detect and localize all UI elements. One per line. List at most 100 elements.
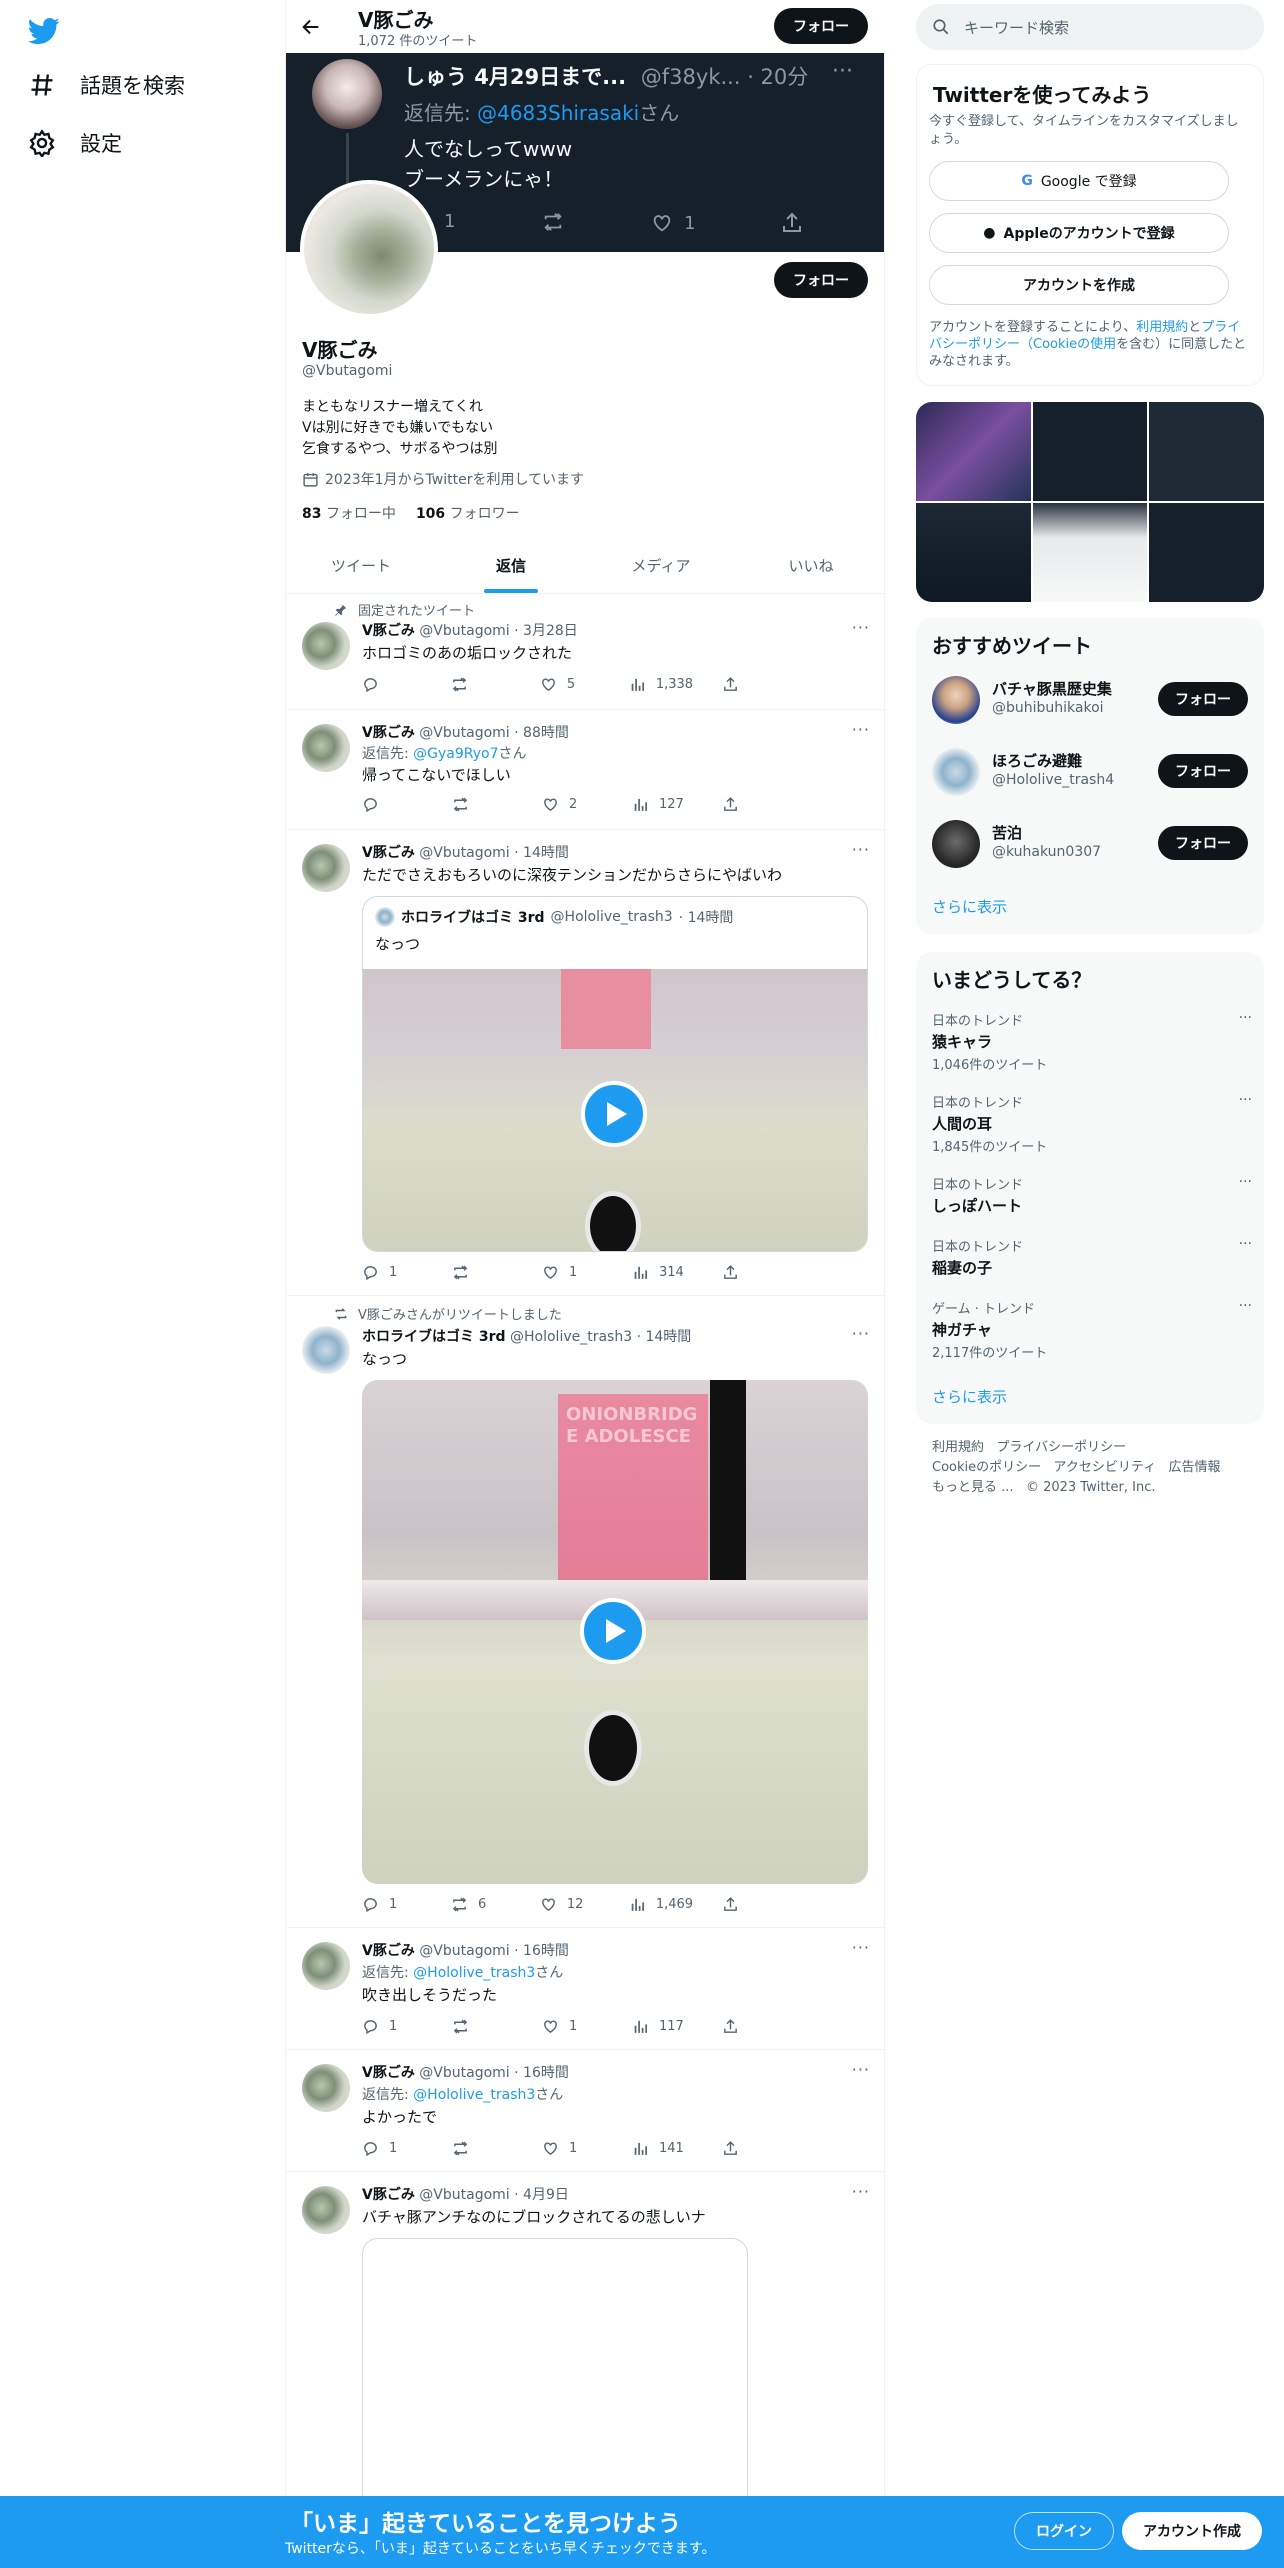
retweet-button[interactable] [452, 2140, 512, 2157]
reply-button[interactable]: 1 [362, 1896, 422, 1913]
footer-link[interactable]: Cookieのポリシー [932, 1460, 1041, 1475]
apple-signup-button[interactable]: ● Appleのアカウントで登録 [929, 213, 1229, 253]
tab-tweets[interactable]: ツイート [286, 538, 436, 593]
views-button[interactable]: 141 [632, 2140, 692, 2157]
media-thumb[interactable] [1149, 402, 1264, 501]
followers-link[interactable]: 106 フォロワー [416, 503, 520, 523]
tweet-avatar[interactable] [302, 2064, 350, 2112]
media-grid[interactable] [916, 402, 1264, 602]
tweet-time[interactable]: · 14時間 [637, 1329, 692, 1345]
recommend-user[interactable]: 苦泊 @kuhakun0307 フォロー [916, 808, 1264, 880]
views-button[interactable]: 127 [632, 796, 692, 813]
profile-avatar[interactable] [300, 180, 438, 318]
tweet-more-icon[interactable]: ··· [852, 2060, 870, 2079]
recommend-follow-button[interactable]: フォロー [1158, 826, 1248, 860]
tweet-author[interactable]: V豚ごみ [362, 2065, 415, 2081]
media-thumb[interactable] [916, 503, 1031, 602]
share-button[interactable] [722, 2018, 782, 2035]
share-button[interactable] [722, 1264, 782, 1281]
tweet-author[interactable]: V豚ごみ [362, 2187, 415, 2203]
trends-show-more[interactable]: さらに表示 [932, 1386, 1007, 1407]
profile-follow-button[interactable]: フォロー [774, 262, 868, 298]
trend-item[interactable]: 日本のトレンド 人間の耳 1,845件のツイート ··· [932, 1092, 1252, 1155]
tweet-time[interactable]: · 4月9日 [514, 2187, 569, 2203]
privacy-link[interactable]: プライ [1201, 320, 1240, 335]
quoted-tweet[interactable]: ホロライブはゴミ 3rd @Hololive_trash3 · 14時間 なっつ [362, 896, 868, 1252]
nav-explore[interactable]: 話題を検索 [28, 70, 185, 100]
media-thumb[interactable] [916, 402, 1031, 501]
trend-more-icon[interactable]: ··· [1239, 1010, 1252, 1026]
share-button[interactable] [722, 796, 782, 813]
tweet-avatar[interactable] [302, 2186, 350, 2234]
tweet-more-icon[interactable]: ··· [852, 2182, 870, 2201]
trend-more-icon[interactable]: ··· [1239, 1092, 1252, 1108]
back-arrow-icon[interactable] [300, 16, 322, 38]
trend-more-icon[interactable]: ··· [1239, 1236, 1252, 1252]
media-thumb[interactable] [1032, 402, 1148, 501]
like-button[interactable]: 1 [542, 2018, 602, 2035]
tweet-more-icon[interactable]: ··· [852, 618, 870, 637]
like-button[interactable]: 1 [542, 1264, 602, 1281]
media-thumb[interactable] [1032, 503, 1148, 602]
footer-link[interactable]: プライバシーポリシー [996, 1440, 1126, 1455]
footer-link[interactable]: 利用規約 [932, 1440, 984, 1455]
reply-button[interactable]: 1 [362, 2018, 422, 2035]
retweet-button[interactable] [452, 2018, 512, 2035]
tweet-more-icon[interactable]: ··· [852, 720, 870, 739]
reply-button[interactable]: 1 [362, 1264, 422, 1281]
nav-settings[interactable]: 設定 [28, 128, 122, 158]
reply-button[interactable] [362, 676, 422, 693]
share-button[interactable] [722, 2140, 782, 2157]
recommend-user[interactable]: ほろごみ避難 @Hololive_trash4 フォロー [916, 736, 1264, 808]
tweet-time[interactable]: · 3月28日 [514, 623, 578, 639]
like-button[interactable]: 1 [542, 2140, 602, 2157]
tweet-time[interactable]: · 16時間 [514, 2065, 569, 2081]
tweet-time[interactable]: · 14時間 [514, 845, 569, 861]
create-account-button[interactable]: アカウントを作成 [929, 265, 1229, 305]
tweet-more-icon[interactable]: ··· [852, 1938, 870, 1957]
twitter-logo-icon[interactable] [27, 14, 60, 46]
tweet-item[interactable]: V豚ごみ @Vbutagomi · 14時間 ··· ただでさえおもろいのに深夜… [286, 830, 886, 1296]
tweet-author[interactable]: V豚ごみ [362, 1943, 415, 1959]
tweet-item[interactable]: V豚ごみ @Vbutagomi · 88時間 ··· 返信先: @Gya9Ryo… [286, 710, 886, 830]
privacy-link[interactable]: バシーポリシー（Cookieの使用 [929, 337, 1116, 352]
views-button[interactable]: 314 [632, 1264, 692, 1281]
tweet-avatar[interactable] [302, 1326, 350, 1374]
tweet-time[interactable]: · 88時間 [514, 725, 569, 741]
tweet-author[interactable]: V豚ごみ [362, 623, 415, 639]
login-button[interactable]: ログイン [1014, 2512, 1114, 2550]
trend-item[interactable]: 日本のトレンド 猿キャラ 1,046件のツイート ··· [932, 1010, 1252, 1073]
tweet-author[interactable]: V豚ごみ [362, 725, 415, 741]
reply-button[interactable]: 1 [362, 2140, 422, 2157]
trend-item[interactable]: ゲーム · トレンド 神ガチャ 2,117件のツイート ··· [932, 1298, 1252, 1361]
retweet-button[interactable]: 6 [451, 1896, 511, 1913]
retweet-button[interactable] [451, 676, 511, 693]
tab-likes[interactable]: いいね [736, 538, 886, 593]
tweet-embed-card[interactable] [362, 2238, 748, 2518]
tweet-more-icon[interactable]: ··· [852, 1324, 870, 1343]
header-follow-button[interactable]: フォロー [774, 8, 868, 44]
retweet-button[interactable] [452, 1264, 512, 1281]
tweet-item[interactable]: V豚ごみ @Vbutagomi · 16時間 ··· 返信先: @Hololiv… [286, 1928, 886, 2050]
media-thumb[interactable] [1149, 503, 1264, 602]
play-icon[interactable] [580, 1598, 646, 1664]
reply-mention[interactable]: @Hololive_trash3 [413, 2087, 535, 2103]
retweet-context-label[interactable]: V豚ごみさんがリツイートしました [358, 1304, 562, 1323]
like-button[interactable]: 2 [542, 796, 602, 813]
tweet-item[interactable]: V豚ごみ @Vbutagomi · 4月9日 ··· バチャ豚アンチなのにブロッ… [286, 2172, 886, 2518]
recommend-user[interactable]: バチャ豚黒歴史集 @buhibuhikakoi フォロー [916, 664, 1264, 736]
share-button[interactable] [722, 676, 782, 693]
tweet-author[interactable]: V豚ごみ [362, 845, 415, 861]
search-input[interactable]: キーワード検索 [916, 4, 1264, 50]
like-button[interactable]: 12 [540, 1896, 600, 1913]
trend-item[interactable]: 日本のトレンド 稲妻の子 ··· [932, 1236, 1252, 1278]
tweet-avatar[interactable] [302, 1942, 350, 1990]
play-icon[interactable] [581, 1081, 647, 1147]
tweet-avatar[interactable] [302, 622, 350, 670]
views-button[interactable]: 117 [632, 2018, 692, 2035]
recommend-follow-button[interactable]: フォロー [1158, 682, 1248, 716]
retweet-button[interactable] [452, 796, 512, 813]
quoted-video[interactable] [363, 969, 867, 1251]
footer-link[interactable]: アクセシビリティ [1054, 1460, 1157, 1475]
tab-media[interactable]: メディア [586, 538, 736, 593]
